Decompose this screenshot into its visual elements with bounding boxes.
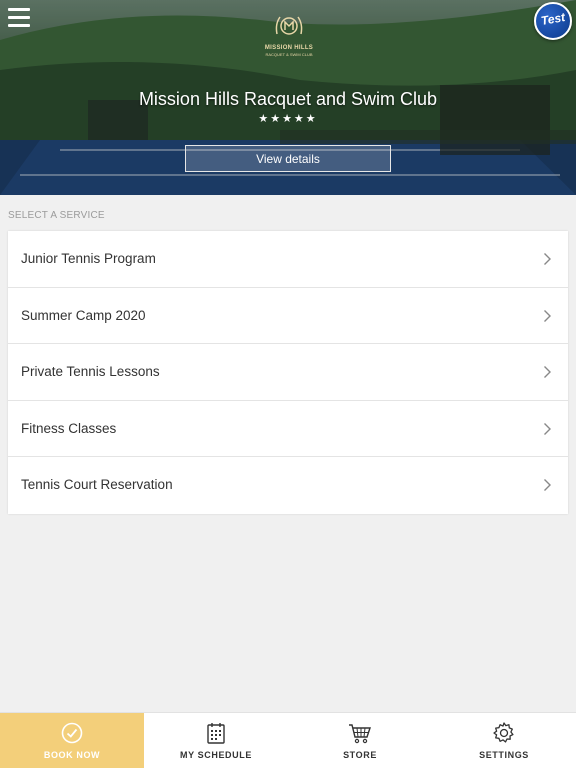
- service-item-summer-camp-2020[interactable]: Summer Camp 2020: [8, 288, 568, 344]
- service-item-label: Junior Tennis Program: [21, 251, 156, 266]
- service-item-junior-tennis-program[interactable]: Junior Tennis Program: [8, 231, 568, 288]
- service-item-label: Tennis Court Reservation: [21, 477, 173, 492]
- select-service-label: SELECT A SERVICE: [8, 210, 105, 221]
- service-item-label: Summer Camp 2020: [21, 307, 146, 323]
- nav-book-now[interactable]: BOOK NOW: [0, 713, 144, 768]
- nav-label: SETTINGS: [479, 750, 529, 760]
- view-details-button[interactable]: View details: [185, 145, 391, 172]
- nav-my-schedule[interactable]: MY SCHEDULE: [144, 713, 288, 768]
- club-logo: MISSION HILLS RACQUET & SWIM CLUB: [262, 14, 316, 60]
- nav-settings[interactable]: SETTINGS: [432, 713, 576, 768]
- gear-icon: [493, 722, 514, 743]
- logo-subtext: RACQUET & SWIM CLUB: [265, 52, 313, 57]
- service-item-tennis-court-reservation[interactable]: Tennis Court Reservation: [8, 457, 568, 514]
- hero-banner: MISSION HILLS RACQUET & SWIM CLUB Test M…: [0, 0, 576, 195]
- crest-icon: [275, 16, 303, 35]
- rating-stars: ★★★★★: [258, 113, 318, 125]
- chevron-right-icon: [544, 479, 551, 491]
- logo-text: MISSION HILLS: [264, 45, 314, 51]
- calendar-icon: [207, 723, 225, 744]
- chevron-right-icon: [544, 309, 551, 322]
- cart-icon: [349, 724, 371, 744]
- check-circle-icon: [61, 722, 83, 744]
- chevron-right-icon: [544, 422, 551, 435]
- nav-label: STORE: [343, 750, 377, 760]
- nav-label: MY SCHEDULE: [180, 750, 252, 760]
- service-list: Junior Tennis Program Summer Camp 2020 P…: [8, 231, 568, 514]
- nav-store[interactable]: STORE: [288, 713, 432, 768]
- hamburger-menu-icon[interactable]: [8, 8, 30, 28]
- nav-label: BOOK NOW: [43, 750, 101, 760]
- chevron-right-icon: [544, 366, 551, 378]
- service-item-fitness-classes[interactable]: Fitness Classes: [8, 401, 568, 457]
- test-environment-badge[interactable]: Test: [534, 2, 572, 40]
- club-title: Mission Hills Racquet and Swim Club: [138, 89, 438, 109]
- service-item-label: Fitness Classes: [21, 420, 117, 436]
- service-item-private-tennis-lessons[interactable]: Private Tennis Lessons: [8, 344, 568, 401]
- chevron-right-icon: [544, 253, 551, 265]
- test-badge-label: Test: [539, 10, 567, 28]
- bottom-navigation: BOOK NOW MY SCHEDULE STORE SETTINGS: [0, 712, 576, 768]
- service-item-label: Private Tennis Lessons: [21, 364, 160, 379]
